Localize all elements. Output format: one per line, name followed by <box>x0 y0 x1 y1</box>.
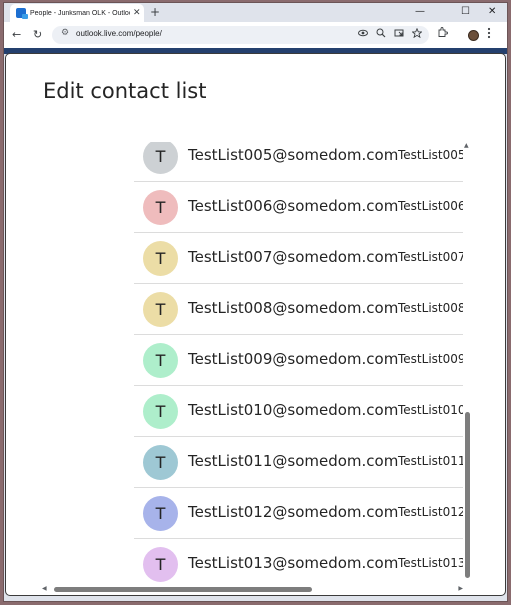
tab-strip: People - Junksman OLK - Outlook ✕ + — ☐ … <box>4 3 507 22</box>
contact-email: TestList007@somedom.com <box>188 248 399 266</box>
outlook-favicon-icon <box>16 8 28 19</box>
reload-button[interactable]: ↻ <box>33 27 42 43</box>
contact-avatar: T <box>143 190 178 225</box>
eye-icon[interactable] <box>358 28 368 43</box>
contact-avatar: T <box>143 547 178 582</box>
contact-name: TestList010 <box>398 403 463 417</box>
contact-avatar: T <box>143 496 178 531</box>
maximize-button[interactable]: ☐ <box>461 5 470 19</box>
contact-row[interactable]: T TestList013@somedom.com TestList013 <box>134 539 463 586</box>
profile-icon[interactable] <box>468 30 479 41</box>
contact-row[interactable]: T TestList011@somedom.com TestList011 <box>134 437 463 488</box>
contact-email: TestList013@somedom.com <box>188 554 399 572</box>
horizontal-scroll-thumb[interactable] <box>54 587 312 592</box>
contact-avatar: T <box>143 445 178 480</box>
contact-email: TestList005@somedom.com <box>188 146 399 164</box>
browser-window: People - Junksman OLK - Outlook ✕ + — ☐ … <box>3 2 508 602</box>
contact-row[interactable]: T TestList007@somedom.com TestList007 <box>134 233 463 284</box>
browser-toolbar: ← ↻ ⚙ outlook.live.com/people/ <box>4 22 507 48</box>
contact-list: T TestList005@somedom.com TestList005 T Test… <box>134 142 463 586</box>
contact-email: TestList010@somedom.com <box>188 401 399 419</box>
contact-name: TestList006 <box>398 199 463 213</box>
contact-email: TestList011@somedom.com <box>188 452 399 470</box>
dialog-title: Edit contact list <box>43 79 207 103</box>
vertical-scroll-thumb[interactable] <box>465 412 470 578</box>
contact-avatar: T <box>143 142 178 174</box>
menu-icon[interactable] <box>487 27 491 42</box>
contact-email: TestList006@somedom.com <box>188 197 399 215</box>
contact-name: TestList007 <box>398 250 463 264</box>
contact-name: TestList009 <box>398 352 463 366</box>
contact-avatar: T <box>143 241 178 276</box>
url-text[interactable]: outlook.live.com/people/ <box>76 29 162 38</box>
browser-tab-people[interactable]: People - Junksman OLK - Outlook ✕ <box>10 4 144 22</box>
star-icon[interactable] <box>411 27 423 43</box>
tab-title: People - Junksman OLK - Outlook <box>30 9 130 17</box>
contact-name: TestList008 <box>398 301 463 315</box>
scroll-right-arrow-icon[interactable]: ▶ <box>458 585 463 592</box>
close-window-button[interactable]: ✕ <box>488 5 496 19</box>
contact-avatar: T <box>143 343 178 378</box>
tab-close-icon[interactable]: ✕ <box>133 8 141 18</box>
zoom-icon[interactable] <box>376 28 386 43</box>
contact-name: TestList011 <box>398 454 463 468</box>
contact-row[interactable]: T TestList005@somedom.com TestList005 <box>134 142 463 182</box>
contact-email: TestList009@somedom.com <box>188 350 399 368</box>
scroll-up-arrow-icon[interactable]: ▲ <box>464 142 469 149</box>
back-button[interactable]: ← <box>12 27 21 43</box>
minimize-button[interactable]: — <box>415 5 425 19</box>
contact-avatar: T <box>143 292 178 327</box>
cast-icon[interactable] <box>394 28 404 43</box>
contact-row[interactable]: T TestList006@somedom.com TestList006 <box>134 182 463 233</box>
contact-row[interactable]: T TestList012@somedom.com TestList012 <box>134 488 463 539</box>
address-bar[interactable]: ⚙ outlook.live.com/people/ <box>52 26 429 44</box>
contact-row[interactable]: T TestList008@somedom.com TestList008 <box>134 284 463 335</box>
edit-contact-list-dialog: Edit contact list T TestList005@somedom.c… <box>5 53 506 596</box>
horizontal-scrollbar[interactable]: ◀ ▶ <box>42 585 463 594</box>
contact-row[interactable]: T TestList010@somedom.com TestList010 <box>134 386 463 437</box>
vertical-scrollbar[interactable]: ▲ <box>463 142 472 584</box>
new-tab-button[interactable]: + <box>150 5 160 19</box>
contact-name: TestList013 <box>398 556 463 570</box>
contact-name: TestList005 <box>398 148 463 162</box>
site-info-icon[interactable]: ⚙ <box>61 28 69 38</box>
contact-name: TestList012 <box>398 505 463 519</box>
scroll-left-arrow-icon[interactable]: ◀ <box>42 585 47 592</box>
contact-avatar: T <box>143 394 178 429</box>
extensions-icon[interactable] <box>437 27 448 44</box>
contact-email: TestList008@somedom.com <box>188 299 399 317</box>
contact-row[interactable]: T TestList009@somedom.com TestList009 <box>134 335 463 386</box>
contact-email: TestList012@somedom.com <box>188 503 399 521</box>
